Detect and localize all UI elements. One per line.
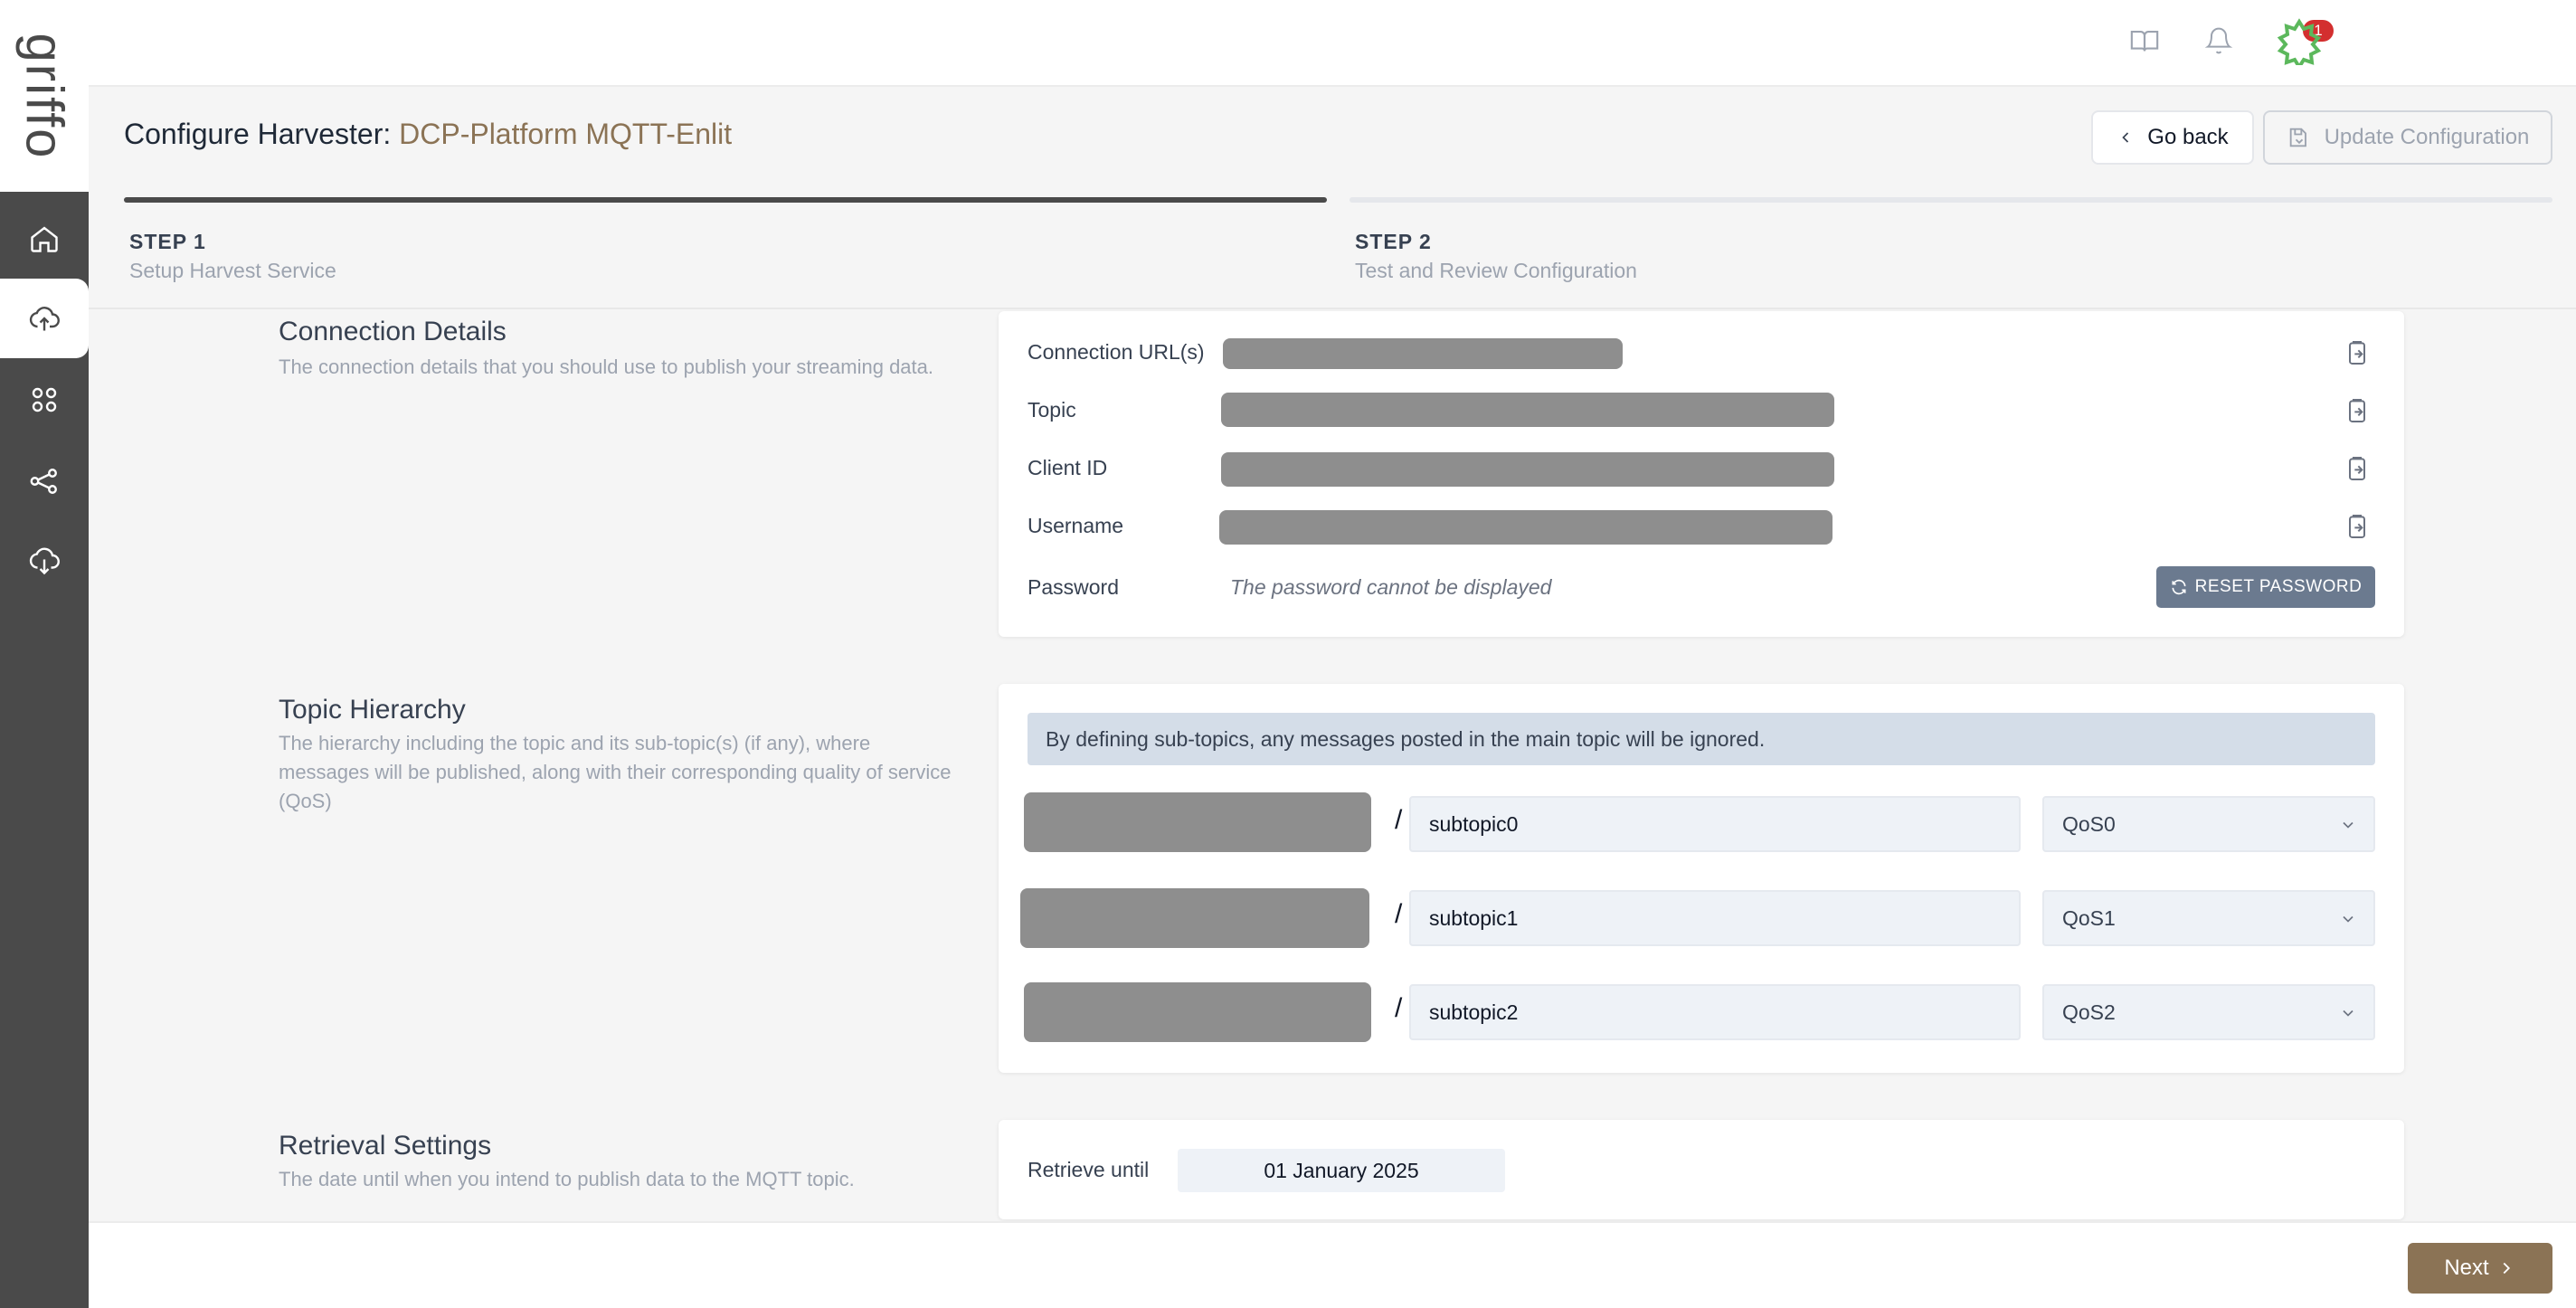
book-icon	[2130, 31, 2159, 52]
topic-separator: /	[1395, 993, 1403, 1023]
chevron-down-icon	[2343, 1009, 2353, 1017]
bell-icon	[2204, 27, 2233, 54]
topic-hierarchy-card: By defining sub-topics, any messages pos…	[999, 684, 2404, 1073]
subtopic-input[interactable]: subtopic0	[1409, 796, 2021, 852]
refresh-icon	[2172, 579, 2186, 595]
nav-share[interactable]	[0, 441, 89, 521]
qos-value: QoS2	[2062, 1000, 2116, 1024]
step-2-progress	[1350, 197, 2552, 203]
password-message: The password cannot be displayed	[1230, 575, 1552, 599]
update-configuration-button[interactable]: Update Configuration	[2263, 110, 2552, 165]
topic-value	[1221, 393, 1834, 427]
page-title-prefix: Configure Harvester:	[124, 118, 400, 150]
password-label: Password	[1028, 575, 1119, 599]
docs-button[interactable]	[2124, 20, 2165, 62]
harvester-name: DCP-Platform MQTT-Enlit	[399, 118, 733, 150]
step-2-subtitle: Test and Review Configuration	[1355, 259, 1637, 282]
footer-bar	[89, 1221, 2576, 1308]
qos-value: QoS1	[2062, 905, 2116, 930]
clipboard-copy-icon[interactable]	[2343, 338, 2372, 367]
next-label: Next	[2444, 1256, 2489, 1280]
company-logo-icon	[2277, 18, 2322, 65]
step-2-title[interactable]: STEP 2	[1355, 230, 1432, 254]
save-icon	[2289, 128, 2306, 147]
avatar[interactable]	[2276, 18, 2323, 65]
retrieval-settings-card: Retrieve until 01 January 2025	[999, 1120, 2404, 1219]
reset-password-button[interactable]: RESET PASSWORD	[2156, 566, 2375, 608]
username-value	[1219, 510, 1833, 545]
chevron-left-icon	[2122, 132, 2129, 143]
retrieval-settings-title: Retrieval Settings	[279, 1131, 492, 1161]
clipboard-copy-icon[interactable]	[2343, 454, 2372, 483]
chevron-down-icon	[2343, 821, 2353, 829]
step-1-progress	[124, 197, 1327, 203]
client-id-label: Client ID	[1028, 456, 1108, 479]
connection-details-card: Connection URL(s) Topic Client ID Userna…	[999, 311, 2404, 637]
retrieve-until-label: Retrieve until	[1028, 1158, 1150, 1181]
clipboard-copy-icon[interactable]	[2343, 512, 2372, 541]
topic-separator: /	[1395, 899, 1403, 929]
subtopic-input[interactable]: subtopic2	[1409, 984, 2021, 1040]
nav-apps[interactable]	[0, 360, 89, 440]
nav-upload[interactable]	[0, 279, 89, 358]
notifications-button[interactable]	[2198, 20, 2240, 62]
client-id-value	[1221, 452, 1834, 487]
topic-separator: /	[1395, 805, 1403, 835]
topic-hierarchy-title: Topic Hierarchy	[279, 695, 466, 725]
cloud-upload-icon	[29, 307, 60, 331]
grid-icon	[32, 387, 57, 412]
share-icon	[30, 469, 57, 494]
connection-details-title: Connection Details	[279, 317, 507, 346]
reset-password-label: RESET PASSWORD	[2194, 577, 2363, 596]
qos-select[interactable]: QoS1	[2042, 890, 2375, 946]
chevron-right-icon	[2503, 1262, 2510, 1275]
top-bar: 1	[89, 0, 2576, 87]
next-button[interactable]: Next	[2408, 1243, 2552, 1294]
topic-hierarchy-description: The hierarchy including the topic and it…	[279, 732, 952, 812]
nav-home[interactable]	[0, 199, 89, 279]
topic-label: Topic	[1028, 398, 1076, 422]
sidebar: griffo	[0, 0, 89, 1308]
subtopic-input[interactable]: subtopic1	[1409, 890, 2021, 946]
subtopic-info-banner: By defining sub-topics, any messages pos…	[1028, 713, 2375, 765]
cloud-download-icon	[29, 547, 60, 575]
retrieval-settings-description: The date until when you intend to publis…	[279, 1168, 855, 1190]
qos-select[interactable]: QoS0	[2042, 796, 2375, 852]
go-back-button[interactable]: Go back	[2091, 110, 2254, 165]
connection-url-value	[1223, 338, 1623, 369]
retrieve-until-date-input[interactable]: 01 January 2025	[1178, 1149, 1505, 1192]
username-label: Username	[1028, 514, 1124, 537]
page-title: Configure Harvester: DCP-Platform MQTT-E…	[124, 118, 732, 151]
nav-download[interactable]	[0, 521, 89, 601]
chevron-down-icon	[2343, 915, 2353, 923]
connection-url-label: Connection URL(s)	[1028, 340, 1205, 364]
main-topic-value	[1020, 888, 1369, 948]
main-topic-value	[1024, 792, 1371, 852]
qos-value: QoS0	[2062, 811, 2116, 836]
main-topic-value	[1024, 982, 1371, 1042]
step-1-subtitle: Setup Harvest Service	[129, 259, 336, 282]
qos-select[interactable]: QoS2	[2042, 984, 2375, 1040]
clipboard-copy-icon[interactable]	[2343, 396, 2372, 425]
header-divider	[89, 308, 2576, 309]
update-configuration-label: Update Configuration	[2324, 125, 2530, 149]
step-1-title[interactable]: STEP 1	[129, 230, 206, 254]
logo-text: griffo	[14, 33, 74, 159]
home-icon	[31, 226, 58, 252]
go-back-label: Go back	[2147, 125, 2229, 149]
logo[interactable]: griffo	[0, 0, 89, 192]
connection-details-description: The connection details that you should u…	[279, 355, 934, 378]
